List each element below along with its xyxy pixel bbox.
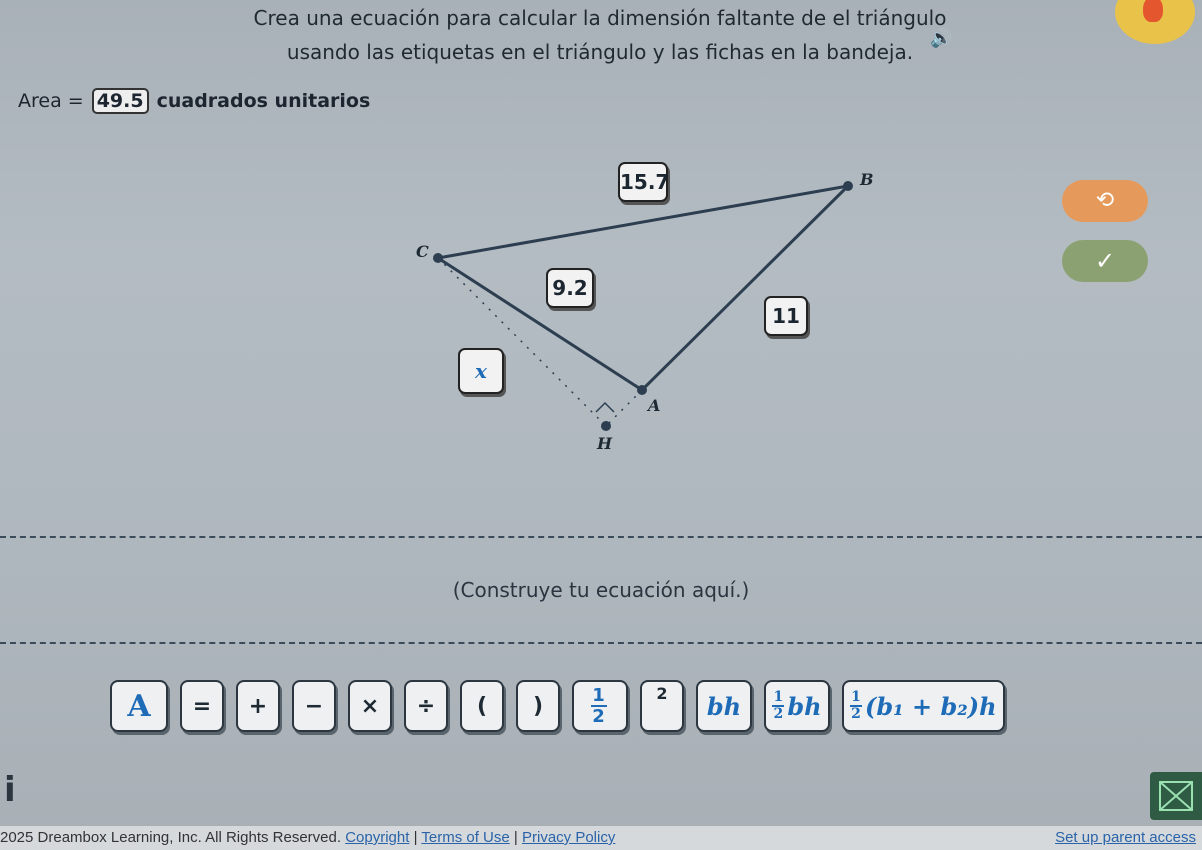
height-label-x[interactable]: x bbox=[458, 348, 504, 394]
side-label-left[interactable]: 9.2 bbox=[546, 268, 594, 308]
tile-trapezoid-text: (b₁ + b₂)h bbox=[865, 691, 997, 721]
footer-terms-link[interactable]: Terms of Use bbox=[421, 829, 509, 846]
side-label-top[interactable]: 15.7 bbox=[618, 162, 669, 202]
vertex-c-dot bbox=[433, 253, 443, 263]
tile-half-bh-text: bh bbox=[787, 691, 822, 721]
tile-one-half[interactable]: 1 2 bbox=[572, 680, 628, 732]
vertex-a-label: A bbox=[648, 396, 661, 415]
side-label-right[interactable]: 11 bbox=[764, 296, 808, 336]
equation-placeholder: (Construye tu ecuación aquí.) bbox=[452, 578, 750, 602]
tile-open-paren[interactable]: ( bbox=[460, 680, 504, 732]
frac-numerator: 1 bbox=[592, 685, 605, 706]
envelope-icon[interactable] bbox=[1150, 772, 1202, 820]
tile-area-a[interactable]: A bbox=[110, 680, 168, 732]
tile-bh[interactable]: bh bbox=[696, 680, 752, 732]
tile-equals[interactable]: = bbox=[180, 680, 224, 732]
tile-trapezoid-formula[interactable]: 1 2 (b₁ + b₂)h bbox=[842, 680, 1005, 732]
right-angle-marker bbox=[595, 401, 615, 413]
tile-close-paren[interactable]: ) bbox=[516, 680, 560, 732]
undo-button[interactable]: ⟲ bbox=[1062, 180, 1148, 222]
check-button[interactable]: ✓ bbox=[1062, 240, 1148, 282]
frac-denominator: 2 bbox=[592, 706, 605, 727]
height-line bbox=[605, 389, 643, 427]
vertex-h-dot bbox=[601, 421, 611, 431]
tile-divide[interactable]: ÷ bbox=[404, 680, 448, 732]
footer-copyright: 2025 Dreambox Learning, Inc. All Rights … bbox=[0, 829, 342, 846]
vertex-c-label: C bbox=[416, 242, 429, 261]
undo-icon: ⟲ bbox=[1095, 188, 1115, 213]
tile-plus[interactable]: + bbox=[236, 680, 280, 732]
footer-copyright-link[interactable]: Copyright bbox=[345, 829, 409, 846]
vertex-h-label: H bbox=[597, 434, 613, 453]
tile-half-bh[interactable]: 1 2 bh bbox=[764, 680, 830, 732]
footer-parent-link[interactable]: Set up parent access bbox=[1055, 826, 1196, 850]
tile-squared[interactable]: 2 bbox=[640, 680, 684, 732]
vertex-b-dot bbox=[843, 181, 853, 191]
tile-times[interactable]: × bbox=[348, 680, 392, 732]
info-icon[interactable]: i bbox=[4, 772, 18, 808]
tile-tray: A = + − × ÷ ( ) 1 2 2 bh 1 2 bh 1 2 (b₁ … bbox=[110, 680, 1005, 732]
tile-bh-text: bh bbox=[706, 691, 742, 721]
tile-minus[interactable]: − bbox=[292, 680, 336, 732]
footer-privacy-link[interactable]: Privacy Policy bbox=[522, 829, 615, 846]
check-icon: ✓ bbox=[1094, 247, 1116, 275]
vertex-b-label: B bbox=[860, 170, 874, 189]
vertex-a-dot bbox=[637, 385, 647, 395]
square-exponent: 2 bbox=[656, 684, 668, 703]
footer: 2025 Dreambox Learning, Inc. All Rights … bbox=[0, 826, 1202, 850]
